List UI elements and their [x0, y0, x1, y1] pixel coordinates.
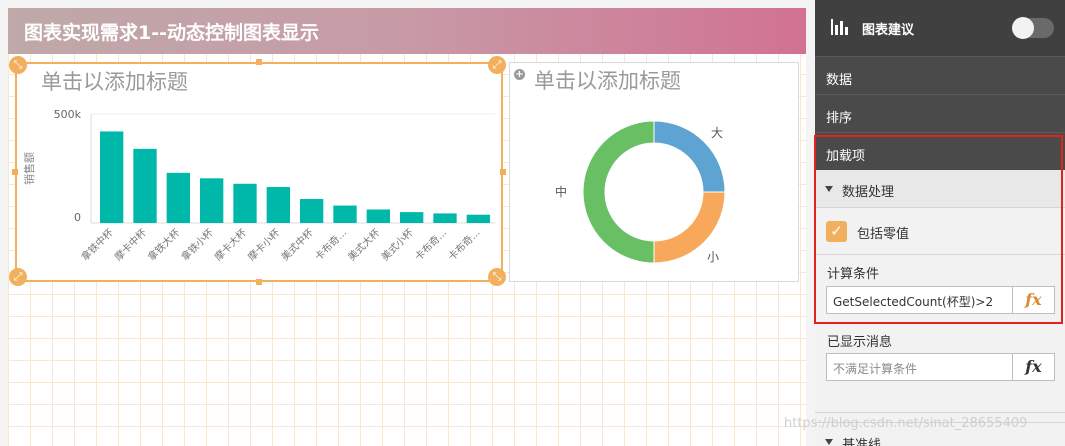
panel-header: 图表建议	[815, 0, 1065, 56]
x-tick-label: 摩卡大杯	[212, 226, 249, 263]
x-tick-label: 拿铁中杯	[78, 226, 115, 263]
x-tick-label: 美式大杯	[345, 226, 382, 263]
x-tick-label: 卡布奇...	[412, 226, 449, 263]
x-tick-label: 拿铁大杯	[145, 226, 182, 263]
resize-handle-icon[interactable]: ⤢	[488, 56, 506, 74]
ref-line-label: 基准线	[842, 438, 882, 446]
bar-chart-object[interactable]: 500k 0 销售额 拿铁中杯 摩卡中杯 拿铁大杯 拿铁小杯 摩卡大杯 摩卡小杯 美式中杯 卡布奇.…	[15, 62, 503, 282]
y-axis-label: 销售额	[22, 152, 36, 185]
resize-handle-icon[interactable]: ⤡	[488, 268, 506, 286]
chart-suggestion-toggle[interactable]	[1012, 17, 1054, 39]
resize-edge-handle[interactable]	[500, 169, 506, 175]
bar-chart-icon	[831, 19, 848, 35]
donut-chart-svg: 大小 中	[555, 120, 726, 264]
x-tick-label: 摩卡中杯	[112, 226, 149, 263]
watermark: https://blog.csdn.net/sinat_28655409	[784, 416, 1028, 431]
highlight-box	[814, 135, 1063, 324]
bar-chart-title[interactable]: 单击以添加标题	[41, 66, 188, 96]
slice-label: 大	[711, 126, 723, 140]
bar	[100, 131, 124, 223]
bar	[266, 187, 290, 223]
bar	[333, 205, 357, 223]
panel-title: 图表建议	[862, 23, 915, 38]
bar	[433, 213, 457, 223]
y-tick-label: 500k	[54, 108, 82, 121]
x-tick-label: 美式小杯	[378, 226, 415, 263]
slice-label: 小	[707, 250, 719, 264]
donut-chart-object[interactable]: + 单击以添加标题 大小中	[509, 62, 799, 282]
resize-edge-handle[interactable]	[256, 279, 262, 285]
caret-down-icon	[825, 439, 833, 445]
resize-edge-handle[interactable]	[12, 169, 18, 175]
x-tick-label: 拿铁小杯	[178, 226, 215, 263]
bar	[133, 148, 157, 223]
bar	[200, 178, 224, 223]
sheet-title-bar: 图表实现需求1--动态控制图表显示	[8, 8, 806, 54]
x-tick-label: 卡布奇...	[312, 226, 349, 263]
displayed-msg-field[interactable]: 不满足计算条件 fx	[826, 353, 1055, 381]
displayed-msg-placeholder: 不满足计算条件	[833, 362, 918, 376]
bar	[400, 212, 424, 223]
x-tick-label: 摩卡小杯	[245, 226, 282, 263]
divider	[815, 412, 1065, 413]
donut-slice	[582, 120, 655, 264]
bar	[300, 199, 324, 223]
bar	[166, 172, 190, 223]
y-tick-label: 0	[74, 211, 81, 224]
bar	[233, 183, 257, 223]
resize-edge-handle[interactable]	[256, 59, 262, 65]
bar-chart-svg: 500k0销售额拿铁中杯摩卡中杯拿铁大杯拿铁小杯摩卡大杯摩卡小杯美式中杯卡布奇.…	[22, 108, 495, 263]
x-tick-label: 卡布奇...	[445, 226, 482, 263]
slice-label: 中	[555, 184, 567, 199]
section-data[interactable]: 数据	[815, 56, 1065, 94]
resize-handle-icon[interactable]: ⤢	[9, 268, 27, 286]
x-tick-label: 美式中杯	[278, 226, 315, 263]
bar	[366, 209, 390, 223]
resize-handle-icon[interactable]: ⤡	[9, 56, 27, 74]
bar	[466, 214, 490, 223]
section-sort[interactable]: 排序	[815, 94, 1065, 132]
fx-button[interactable]: fx	[1012, 354, 1054, 380]
displayed-msg-label: 已显示消息	[827, 335, 893, 350]
sheet-title: 图表实现需求1--动态控制图表显示	[24, 22, 319, 44]
